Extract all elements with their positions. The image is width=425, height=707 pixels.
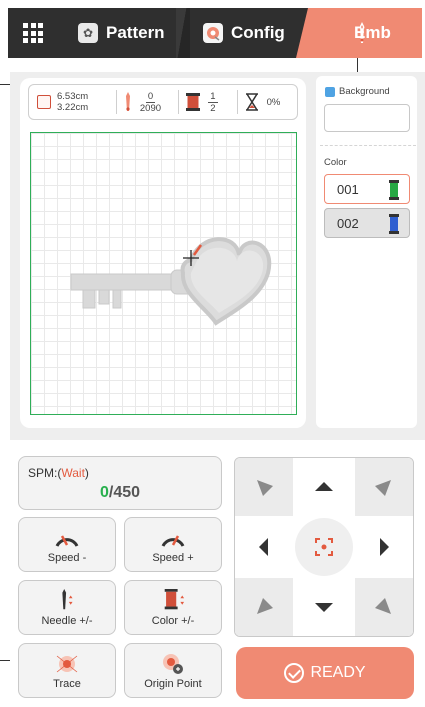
color-item[interactable]: 002 [324,208,410,238]
spm-max: 450 [113,484,141,501]
move-up-right-button[interactable] [355,458,413,516]
needle-icon [125,92,130,111]
origin-point-button[interactable]: Origin Point [124,643,222,698]
stats-bar: 6.53cm 3.22cm 0 2090 1 2 0% [28,84,298,120]
tab-config-label: Config [231,23,285,42]
color-id: 001 [337,181,359,197]
tab-emb[interactable]: Emb [296,8,422,58]
color-total: 2 [210,102,216,114]
hoop-size-icon [37,95,51,109]
embroidery-canvas[interactable] [30,132,297,415]
tab-pattern[interactable]: ✿ Pattern [78,8,165,58]
needle-icon [360,22,364,43]
speed-minus-button[interactable]: Speed - [18,517,116,572]
stitch-current: 0 [145,90,156,103]
progress-stat: 0% [238,93,297,111]
spool-icon [389,180,399,200]
trace-button[interactable]: Trace [18,643,116,698]
needle-adjust-button[interactable]: Needle +/- [18,580,116,635]
color-id: 002 [337,215,359,231]
key-design [70,237,272,326]
color-adjust-button[interactable]: Color +/- [124,580,222,635]
spool-icon [186,93,201,111]
background-icon [325,86,335,97]
spool-plus-minus-icon [164,589,185,610]
tab-divider [176,8,190,58]
background-selector[interactable] [324,104,410,132]
spm-current: 0 [99,484,109,501]
pattern-icon: ✿ [78,23,98,43]
menu-grid-icon[interactable] [23,23,43,43]
stitch-count-stat: 0 2090 [117,91,178,114]
speedometer-slow-icon [55,535,79,547]
trace-icon [56,655,78,673]
hourglass-icon [245,93,258,111]
design-height: 3.22cm [57,102,89,113]
stitch-total: 2090 [139,102,162,114]
divider [320,145,416,146]
move-right-button[interactable] [355,518,413,576]
size-stat: 6.53cm 3.22cm [29,91,116,113]
move-down-button[interactable] [295,578,353,636]
ready-button[interactable]: READY [236,647,414,699]
ready-label: READY [310,664,366,681]
embroidery-app: ✿ Pattern Config Emb 6.53cm 3.22cm 0 209… [0,0,425,707]
speed-plus-button[interactable]: Speed + [124,517,222,572]
tab-config[interactable]: Config [203,8,285,58]
target-icon [315,538,333,556]
center-button[interactable] [295,518,353,576]
spool-icon [389,214,399,234]
color-count-stat: 1 2 [179,91,236,114]
progress-value: 0% [266,96,281,108]
design-width: 6.53cm [57,91,89,102]
color-label: Color [324,157,347,168]
config-icon [203,23,223,43]
color-item[interactable]: 001 [324,174,410,204]
origin-point-icon [163,654,183,674]
spm-display: SPM:(Wait) 0/450 [18,456,222,510]
move-down-right-button[interactable] [355,578,413,636]
movement-dpad [234,457,414,637]
spm-status: Wait [61,466,85,480]
spm-label: SPM:(Wait) [28,466,89,480]
color-current: 1 [208,90,218,103]
move-up-left-button[interactable] [235,458,293,516]
move-down-left-button[interactable] [235,578,293,636]
move-up-button[interactable] [295,458,353,516]
check-circle-icon [284,663,305,683]
spm-value: 0/450 [99,484,141,501]
speedometer-fast-icon [161,535,185,547]
tab-pattern-label: Pattern [106,23,165,42]
needle-plus-minus-icon [62,589,73,610]
background-label: Background [325,86,390,97]
move-left-button[interactable] [235,518,293,576]
top-tab-bar: ✿ Pattern Config Emb [8,8,422,58]
